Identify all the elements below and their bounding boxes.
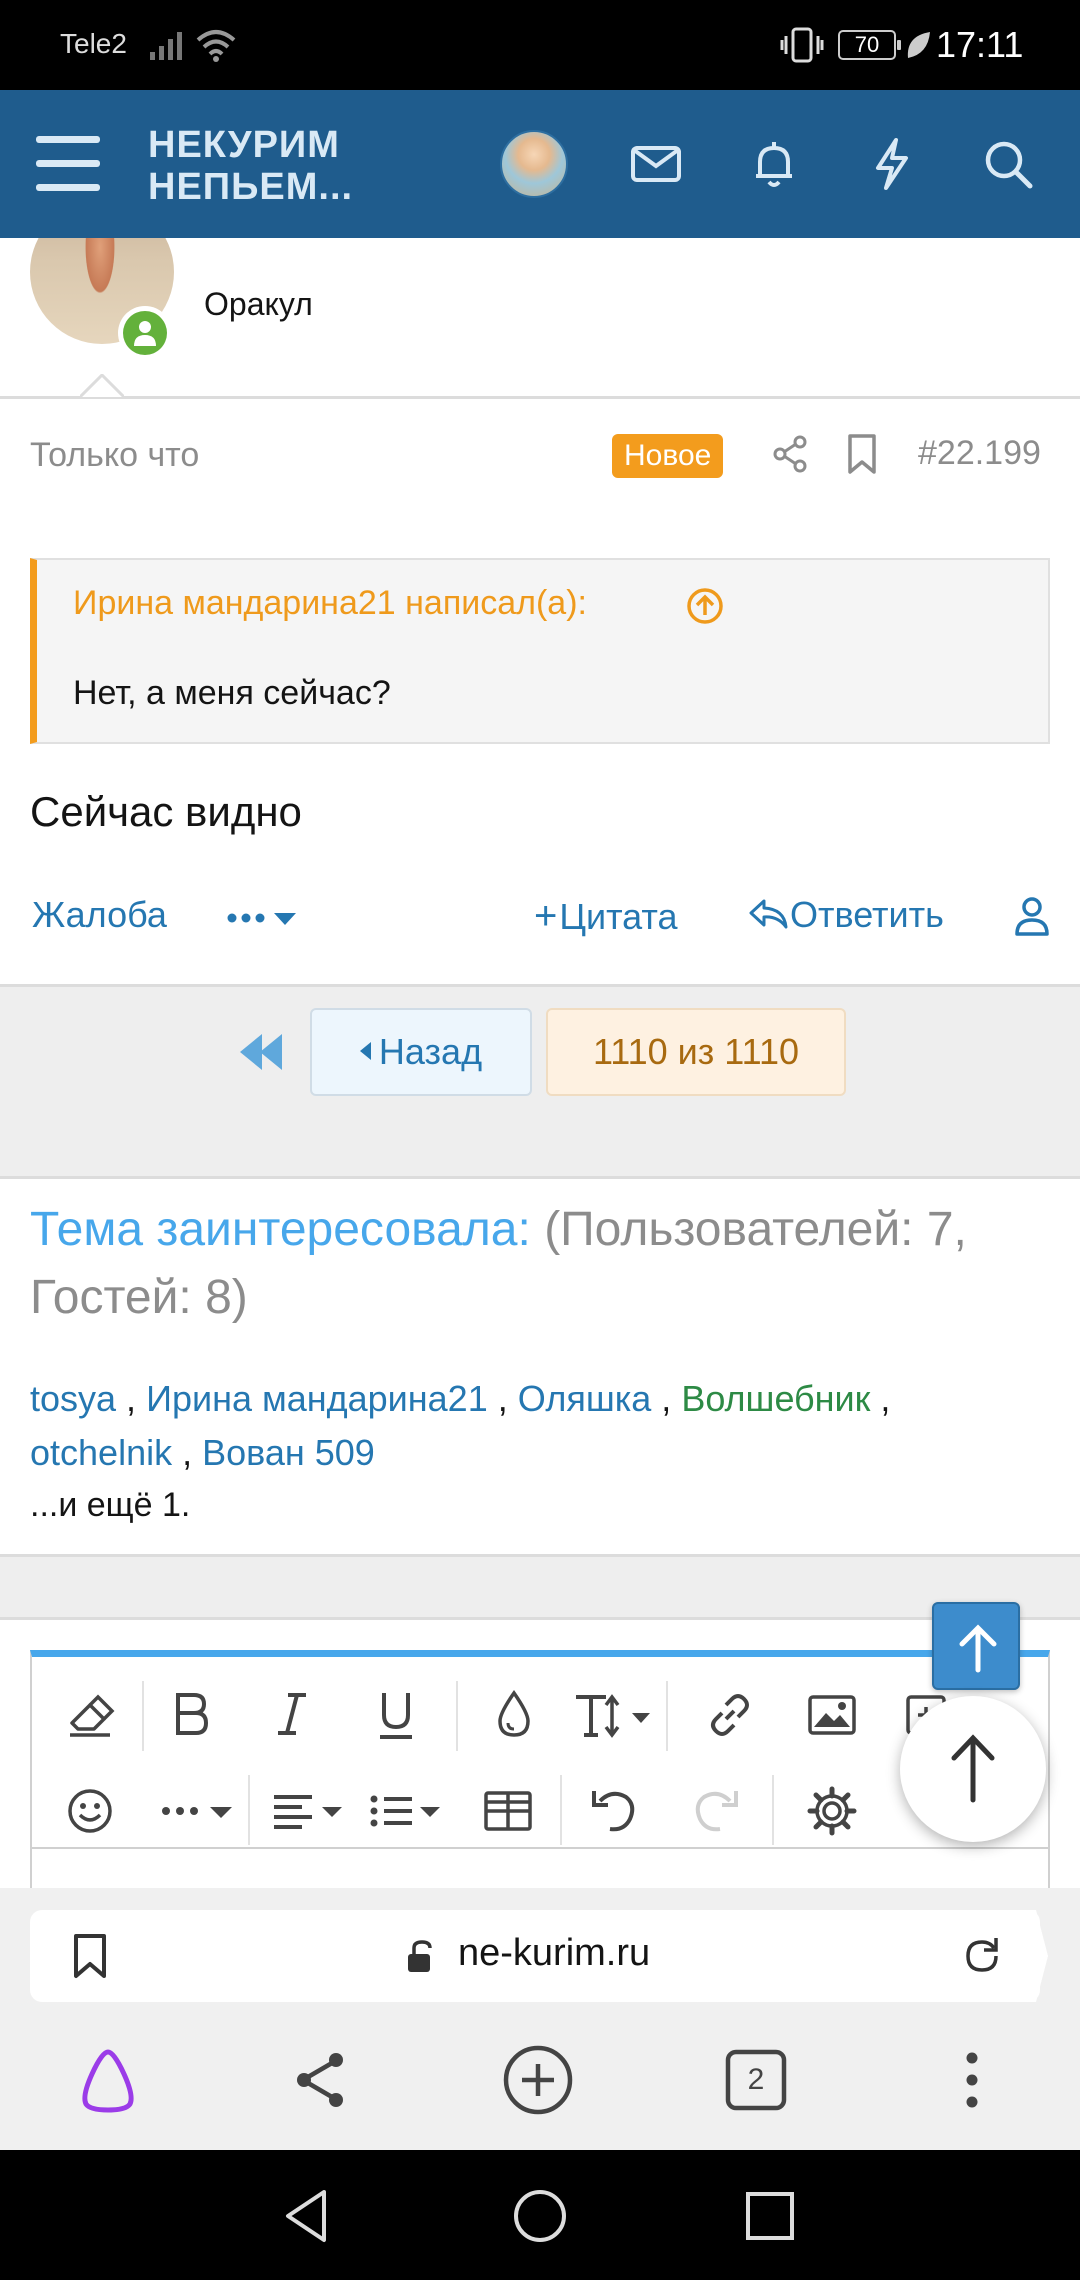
report-link[interactable]: Жалоба [32, 894, 167, 936]
account-avatar[interactable] [500, 130, 568, 198]
more-formatting-icon[interactable] [156, 1781, 240, 1841]
url-text[interactable]: ne-kurim.ru [458, 1932, 650, 1975]
share-icon[interactable] [770, 432, 810, 476]
address-bar[interactable]: ne-kurim.ru [30, 1910, 1040, 2002]
new-badge: Новое [612, 434, 724, 478]
clock: 17:11 [936, 24, 1024, 65]
arrow-up-icon [959, 1624, 997, 1673]
underline-icon[interactable] [366, 1685, 426, 1745]
address-bar-arrow [1020, 1910, 1048, 2002]
user-link[interactable]: otchelnik [30, 1432, 172, 1473]
vibrate-icon [780, 27, 824, 63]
list-icon[interactable] [364, 1781, 448, 1841]
battery-saver-icon [907, 32, 930, 58]
reply-icon [749, 899, 788, 929]
quote-button-label: Цитата [559, 896, 678, 937]
color-drop-icon[interactable] [484, 1685, 544, 1745]
app-header: НЕКУРИМ НЕПЬЕМ... [0, 90, 1080, 238]
first-page-icon[interactable] [236, 1030, 284, 1074]
align-icon[interactable] [266, 1781, 350, 1841]
link-icon[interactable] [700, 1685, 760, 1745]
site-logo[interactable]: НЕКУРИМ НЕПЬЕМ... [148, 124, 353, 208]
interested-users-list: tosya , Ирина мандарина21 , Оляшка , Вол… [30, 1378, 891, 1473]
back-button[interactable]: Назад [310, 1008, 532, 1096]
status-bar: Tele2 70 17:11 [0, 0, 1080, 90]
pagination [0, 987, 1080, 1177]
image-icon[interactable] [802, 1685, 862, 1745]
italic-icon[interactable] [262, 1685, 322, 1745]
table-icon[interactable] [478, 1781, 538, 1841]
signal-icon [150, 32, 182, 60]
quote-button[interactable]: +Цитата [534, 894, 678, 939]
recents-nav-icon[interactable] [738, 2184, 802, 2248]
post-number[interactable]: #22.199 [918, 434, 1041, 473]
tabs-button[interactable]: 2 [720, 2044, 792, 2116]
arrow-up-circle-icon[interactable] [685, 586, 725, 626]
interested-heading: Тема заинтересовала: (Пользователей: 7, … [30, 1196, 1060, 1332]
scroll-to-top-button[interactable] [932, 1602, 1020, 1690]
tabs-count: 2 [747, 2063, 765, 2096]
user-link[interactable]: Оляшка [518, 1378, 652, 1419]
section-gap [0, 1557, 1080, 1617]
font-size-icon[interactable] [570, 1685, 654, 1745]
battery-indicator: 70 [838, 30, 901, 60]
post-time[interactable]: Только что [30, 436, 199, 475]
logo-line-2: НЕПЬЕМ... [148, 166, 354, 208]
user-icon[interactable] [1012, 894, 1052, 938]
reply-editor [30, 1650, 1050, 1890]
user-link[interactable]: Вован 509 [202, 1432, 375, 1473]
chevron-left-icon [359, 1042, 371, 1061]
quote-block: Ирина мандарина21 написал(а): Нет, а мен… [30, 558, 1050, 744]
interested-title: Тема заинтересовала: [30, 1203, 531, 1256]
home-nav-icon[interactable] [508, 2184, 572, 2248]
post-message: Сейчас видно [30, 788, 302, 835]
carrier-name: Tele2 [60, 28, 127, 59]
back-nav-icon[interactable] [276, 2184, 340, 2248]
divider [0, 1176, 1080, 1179]
user-link[interactable]: Ирина мандарина21 [146, 1378, 488, 1419]
plus-icon: + [534, 894, 558, 938]
more-options-icon[interactable] [226, 900, 302, 936]
new-tab-icon[interactable] [502, 2044, 574, 2116]
divider [0, 1617, 1080, 1620]
logo-line-1: НЕКУРИМ [148, 124, 340, 166]
reply-button[interactable]: Ответить [748, 894, 944, 936]
reload-icon[interactable] [960, 1934, 1004, 1978]
user-link[interactable]: Волшебник [681, 1378, 870, 1419]
online-status-icon [118, 306, 172, 360]
reply-button-label: Ответить [790, 894, 944, 935]
user-link[interactable]: tosya [30, 1378, 116, 1419]
browser-scroll-top-button[interactable] [900, 1696, 1046, 1842]
bookmark-icon[interactable] [70, 1932, 110, 1980]
quote-text: Нет, а меня сейчас? [73, 674, 391, 712]
back-button-label: Назад [378, 1031, 483, 1072]
mail-icon[interactable] [628, 136, 684, 192]
search-icon[interactable] [980, 136, 1036, 192]
redo-icon [695, 1791, 738, 1832]
arrow-up-icon [951, 1734, 995, 1803]
bolt-icon[interactable] [864, 136, 920, 192]
post-divider [0, 396, 1080, 399]
eraser-icon[interactable] [60, 1685, 120, 1745]
bookmark-icon[interactable] [844, 432, 880, 476]
bold-icon[interactable] [160, 1685, 220, 1745]
more-vertical-icon[interactable] [936, 2044, 1008, 2116]
lock-icon [408, 1940, 432, 1972]
emoji-icon[interactable] [60, 1781, 120, 1841]
quote-author[interactable]: Ирина мандарина21 написал(а): [73, 584, 587, 623]
wifi-icon [196, 30, 236, 62]
share-icon[interactable] [286, 2044, 358, 2116]
system-navigation-bar [0, 2150, 1080, 2280]
current-page[interactable]: 1110 из 1110 [546, 1008, 846, 1096]
bell-icon[interactable] [746, 136, 802, 192]
author-role: Оракул [204, 286, 313, 322]
menu-icon[interactable] [36, 136, 100, 192]
settings-gear-icon[interactable] [802, 1781, 862, 1841]
alice-assistant-icon[interactable] [72, 2044, 144, 2116]
post-pointer [80, 374, 124, 398]
undo-icon[interactable] [584, 1781, 644, 1841]
more-users: ...и ещё 1. [30, 1486, 191, 1524]
